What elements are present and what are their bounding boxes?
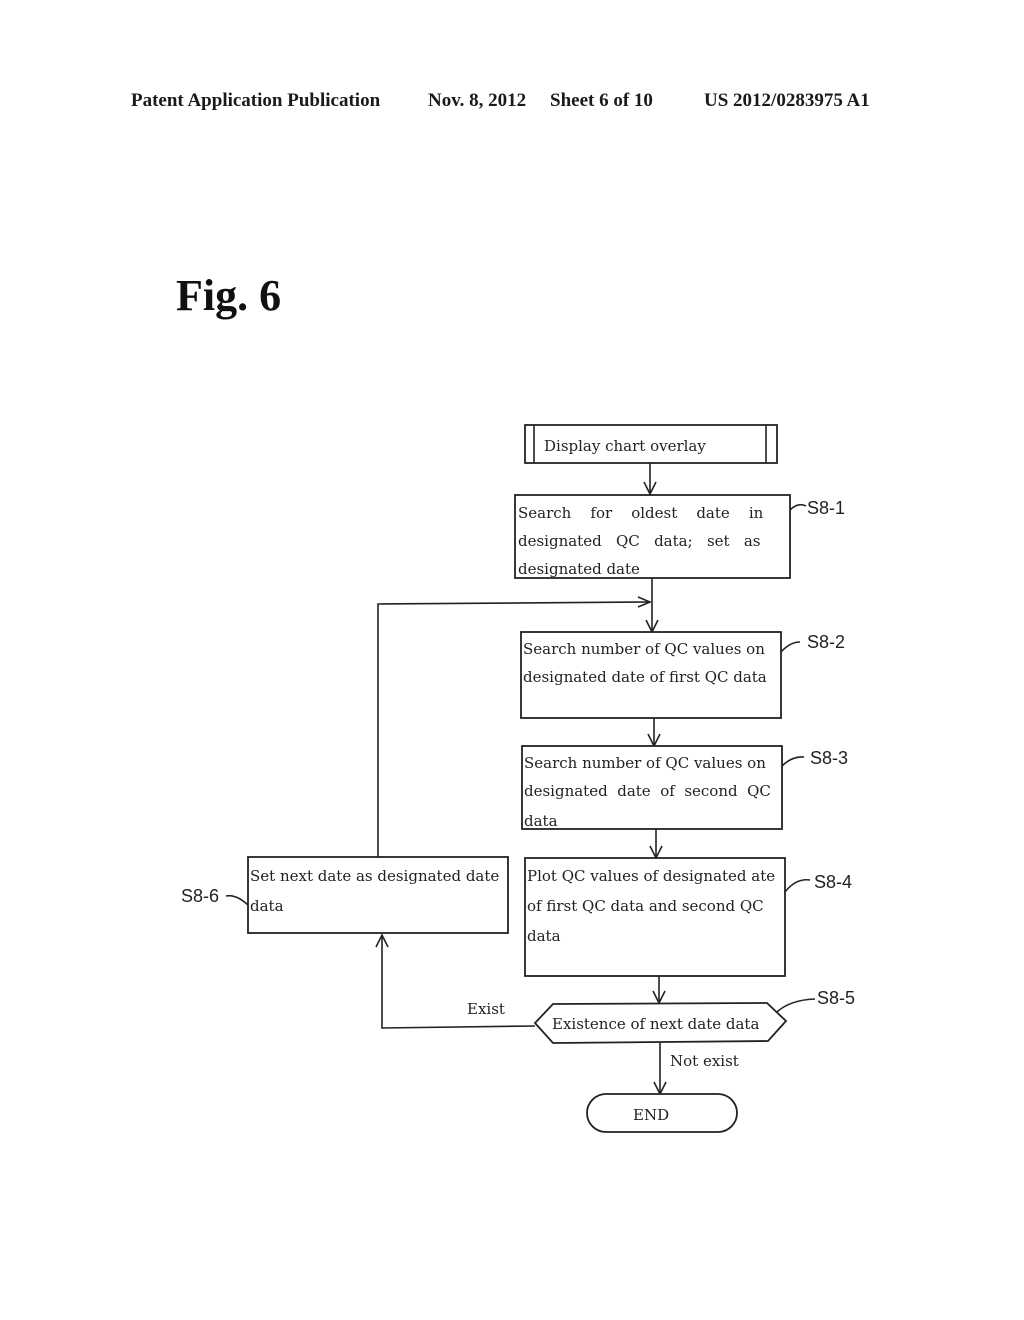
step-s8-4: Plot QC values of designated ate of firs… xyxy=(524,857,852,977)
step-s8-6-line-2: data xyxy=(250,897,284,915)
step-s8-2: Search number of QC values on designated… xyxy=(520,631,845,719)
end-text: END xyxy=(633,1106,669,1124)
step-s8-1: Search for oldest date in designated QC … xyxy=(514,494,845,579)
decision-id: S8-5 xyxy=(817,988,855,1008)
step-s8-1-line-3: designated date xyxy=(518,560,640,578)
step-s8-1-line-2: designated QC data; set as xyxy=(518,532,761,550)
step-s8-6-line-1: Set next date as designated date xyxy=(250,867,499,885)
step-s8-3-line-3: data xyxy=(524,812,558,830)
step-s8-4-line-3: data xyxy=(527,927,561,945)
leader-s8-4 xyxy=(784,878,811,893)
decision-text: Existence of next date data xyxy=(552,1015,759,1033)
step-s8-1-line-1: Search for oldest date in xyxy=(518,504,764,522)
step-s8-2-line-1: Search number of QC values on xyxy=(523,640,765,658)
step-s8-2-line-2: designated date of first QC data xyxy=(523,668,767,686)
step-s8-3-line-2: designated date of second QC xyxy=(524,782,771,800)
not-exist-label: Not exist xyxy=(670,1052,739,1070)
exist-branch-line xyxy=(381,935,536,1029)
step-s8-2-id: S8-2 xyxy=(807,632,845,652)
leader-s8-6 xyxy=(225,894,249,906)
step-s8-6: Set next date as designated date data S8… xyxy=(181,856,509,934)
step-s8-3: Search number of QC values on designated… xyxy=(521,745,848,830)
start-text: Display chart overlay xyxy=(544,437,706,455)
end-node: END xyxy=(586,1093,738,1133)
leader-s8-5 xyxy=(776,998,816,1013)
leader-s8-1 xyxy=(789,503,807,511)
step-s8-3-id: S8-3 xyxy=(810,748,848,768)
step-s8-6-id: S8-6 xyxy=(181,886,219,906)
step-s8-4-line-1: Plot QC values of designated ate xyxy=(527,867,775,885)
exist-label: Exist xyxy=(467,1000,505,1018)
flowchart: Display chart overlay Search for oldest … xyxy=(181,424,855,1133)
step-s8-3-line-1: Search number of QC values on xyxy=(524,754,766,772)
leader-s8-3 xyxy=(781,756,805,767)
decision-s8-5: Existence of next date data S8-5 xyxy=(533,988,855,1044)
leader-s8-2 xyxy=(780,641,801,653)
step-s8-4-id: S8-4 xyxy=(814,872,852,892)
start-node: Display chart overlay xyxy=(524,424,778,464)
step-s8-1-id: S8-1 xyxy=(807,498,845,518)
step-s8-4-line-2: of first QC data and second QC xyxy=(527,897,764,915)
